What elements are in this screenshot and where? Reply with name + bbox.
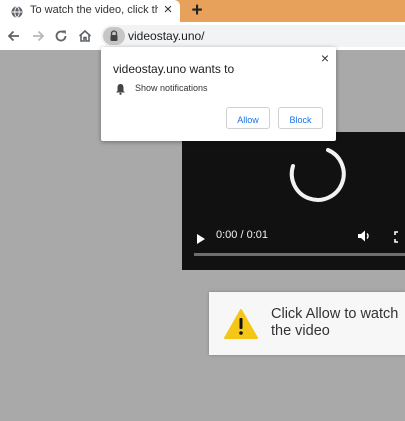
warning-icon: [223, 308, 259, 345]
browser-tab[interactable]: To watch the video, click the Allow ×: [0, 0, 180, 22]
close-tab-icon[interactable]: ×: [161, 2, 175, 18]
forward-arrow-icon[interactable]: [29, 27, 47, 45]
reload-icon[interactable]: [52, 27, 70, 45]
allow-button[interactable]: Allow: [226, 107, 270, 129]
play-icon[interactable]: [196, 231, 206, 249]
bell-icon: [115, 82, 126, 100]
back-arrow-icon[interactable]: [5, 27, 23, 45]
fullscreen-icon[interactable]: [394, 230, 405, 248]
globe-icon: [11, 5, 23, 18]
lock-icon: [110, 30, 118, 41]
popup-title: videostay.uno wants to: [113, 62, 235, 76]
address-bar[interactable]: videostay.uno/: [101, 25, 405, 47]
tab-strip: To watch the video, click the Allow × +: [0, 0, 405, 22]
permission-text: Show notifications: [135, 83, 208, 93]
close-icon[interactable]: ×: [318, 51, 332, 65]
browser-toolbar: videostay.uno/: [0, 22, 405, 50]
new-tab-button[interactable]: +: [188, 1, 206, 21]
time-display: 0:00 / 0:01: [216, 229, 268, 241]
home-icon[interactable]: [76, 27, 94, 45]
cta-message: Click Allow to watch the video: [271, 306, 399, 339]
site-info-button[interactable]: [103, 27, 125, 45]
loading-spinner: [289, 148, 346, 202]
block-button[interactable]: Block: [278, 107, 323, 129]
notification-permission-popup: videostay.uno wants to × Show notificati…: [101, 47, 336, 141]
url-text: videostay.uno/: [128, 29, 205, 43]
video-progress-bar[interactable]: [194, 253, 405, 256]
video-player[interactable]: 0:00 / 0:01: [182, 132, 405, 270]
tab-title: To watch the video, click the Allow: [30, 4, 158, 16]
call-to-action-box: Click Allow to watch the video: [209, 292, 405, 355]
volume-icon[interactable]: [357, 229, 371, 248]
